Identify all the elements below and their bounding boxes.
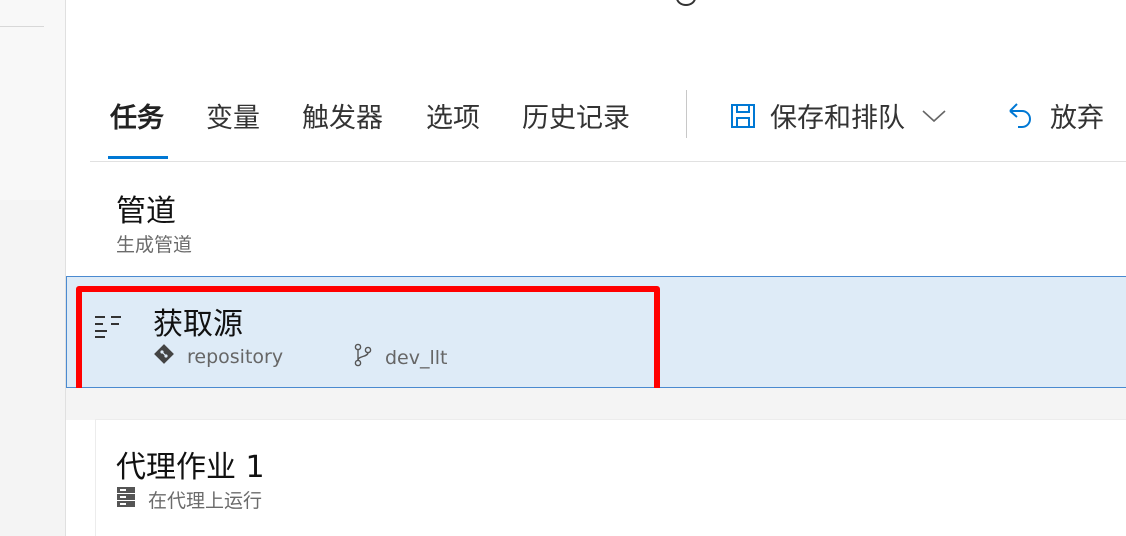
branch-icon bbox=[353, 343, 373, 372]
cropped-icon bbox=[676, 0, 696, 6]
get-sources-title: 获取源 bbox=[153, 307, 243, 342]
active-tab-indicator bbox=[108, 156, 168, 159]
tab-triggers[interactable]: 触发器 bbox=[302, 96, 383, 135]
list-icon bbox=[93, 313, 123, 343]
pipeline-title[interactable]: 管道 bbox=[116, 186, 176, 230]
repository-meta: repository bbox=[153, 343, 283, 370]
server-icon bbox=[116, 486, 136, 513]
section-gap bbox=[66, 388, 1126, 420]
left-rail-top bbox=[0, 0, 66, 200]
get-sources-row[interactable]: 获取源 repository dev_llt bbox=[66, 276, 1126, 388]
agent-job-meta: 在代理上运行 bbox=[116, 486, 262, 513]
branch-meta: dev_llt bbox=[353, 343, 448, 372]
tab-bar: 任务 变量 触发器 选项 历史记录 保存和排队 放弃 bbox=[90, 80, 1126, 162]
chevron-down-icon[interactable] bbox=[921, 108, 947, 124]
left-rail-divider bbox=[0, 26, 44, 27]
tab-options[interactable]: 选项 bbox=[426, 96, 480, 135]
left-rail bbox=[0, 0, 66, 536]
tab-bar-divider bbox=[90, 161, 1126, 162]
git-icon bbox=[153, 343, 175, 370]
repository-name: repository bbox=[187, 345, 284, 368]
tab-history[interactable]: 历史记录 bbox=[522, 96, 630, 135]
pipeline-editor: 任务 变量 触发器 选项 历史记录 保存和排队 放弃 管道 生成管道 获取源 r… bbox=[66, 0, 1126, 536]
branch-name: dev_llt bbox=[385, 346, 448, 369]
tab-tasks[interactable]: 任务 bbox=[110, 96, 164, 135]
pipeline-subtitle: 生成管道 bbox=[116, 234, 193, 256]
agent-job-row[interactable]: 代理作业 1 在代理上运行 bbox=[96, 420, 1126, 536]
save-and-queue-button[interactable]: 保存和排队 bbox=[730, 96, 947, 135]
tab-variables[interactable]: 变量 bbox=[206, 96, 260, 135]
discard-label: 放弃 bbox=[1050, 103, 1104, 134]
discard-button[interactable]: 放弃 bbox=[1006, 96, 1104, 135]
undo-icon bbox=[1006, 101, 1034, 131]
save-and-queue-label: 保存和排队 bbox=[770, 103, 905, 134]
agent-job-title: 代理作业 1 bbox=[116, 450, 265, 485]
save-icon bbox=[730, 103, 756, 129]
toolbar-separator bbox=[686, 90, 687, 138]
agent-job-subtitle: 在代理上运行 bbox=[148, 490, 263, 512]
